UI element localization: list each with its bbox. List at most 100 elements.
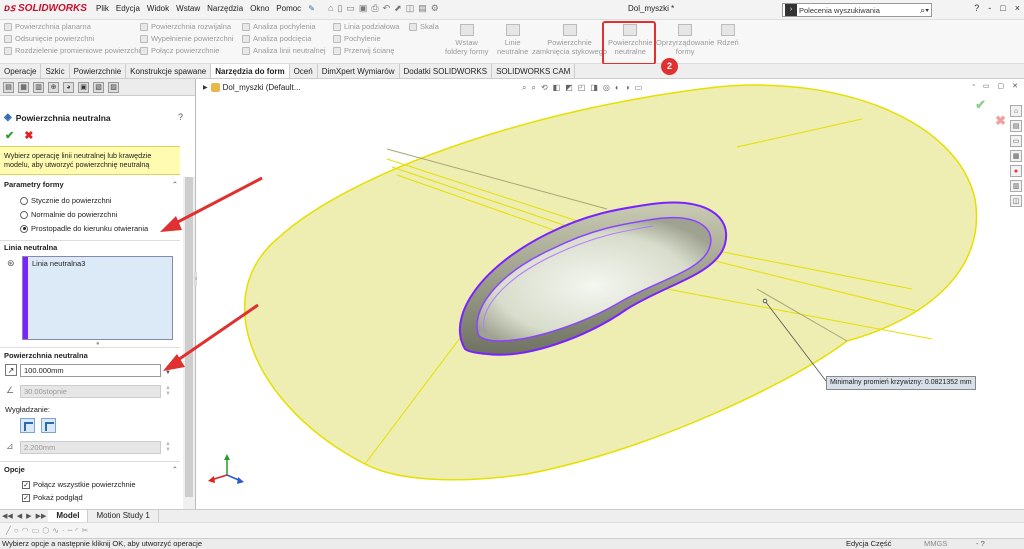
restore-button[interactable]: □ xyxy=(1000,3,1005,13)
viewport-minimize-icon[interactable]: ▭ xyxy=(983,82,990,90)
scrollbar-thumb[interactable] xyxy=(185,177,193,497)
view-orientation-icon[interactable]: ◰ xyxy=(578,83,586,93)
line-tool-icon[interactable]: ╱ xyxy=(6,526,14,535)
tab-features[interactable]: Operacje xyxy=(0,64,42,78)
options-header[interactable]: Opcje ⌃ xyxy=(0,464,180,476)
distance-spinner[interactable]: ▲ ▼ xyxy=(164,364,172,377)
select-icon[interactable]: ⬈ xyxy=(394,3,402,14)
draft-analysis-button[interactable]: Analiza pochylenia xyxy=(242,22,326,31)
radio-normal-to-surface[interactable]: Normalnie do powierzchni xyxy=(20,210,180,219)
smooth-smoothing-button[interactable] xyxy=(41,418,56,433)
previous-view-icon[interactable]: ⟲ xyxy=(541,83,548,93)
forum-icon[interactable]: ◫ xyxy=(1010,195,1022,207)
radio-dot[interactable] xyxy=(20,210,28,219)
cam-feature-tree-icon[interactable]: ▣ xyxy=(78,81,89,93)
mold-parameters-header[interactable]: Parametry formy ⌃ xyxy=(0,179,180,191)
display-style-icon[interactable]: ◨ xyxy=(590,83,598,93)
collapse-icon[interactable]: ⌃ xyxy=(172,179,178,191)
display-manager-icon[interactable]: ◕ xyxy=(63,81,74,93)
parting-line-item[interactable]: Linia neutralna3 xyxy=(32,259,85,268)
viewport-close-icon[interactable]: ✕ xyxy=(1012,82,1018,90)
section-view-icon[interactable]: ◧ xyxy=(553,83,561,93)
confirm-cancel-icon[interactable]: ✖ xyxy=(995,113,1006,129)
help-icon[interactable]: ? xyxy=(178,112,183,122)
save-icon[interactable]: ▣ xyxy=(359,3,368,14)
ok-button[interactable]: ✔ xyxy=(5,129,14,142)
offset-surface-button[interactable]: Odsunięcie powierzchni xyxy=(4,34,144,43)
appearances-icon[interactable]: ● xyxy=(1010,165,1022,177)
collapse-icon[interactable]: ⌃ xyxy=(172,464,178,476)
feature-tree-flyout[interactable]: ▶ Dol_myszki (Default... xyxy=(203,83,300,92)
filled-surface-button[interactable]: Wypełnienie powierzchni xyxy=(140,34,233,43)
parting-line-selection-box[interactable]: Linia neutralna3 xyxy=(22,256,173,340)
menu-tools[interactable]: Narzędzia xyxy=(207,4,243,13)
undercut-analysis-button[interactable]: Analiza podcięcia xyxy=(242,34,326,43)
solidworks-logo[interactable]: ᴅꜱ SOLIDWORKS xyxy=(4,3,87,14)
confirm-ok-icon[interactable]: ✔ xyxy=(975,97,986,113)
split-face-button[interactable]: Przerwij ścianę xyxy=(333,46,399,55)
cancel-button[interactable]: ✖ xyxy=(24,129,33,142)
zoom-to-fit-icon[interactable]: ⌕ xyxy=(522,83,526,93)
tab-motion-study[interactable]: Motion Study 1 xyxy=(88,510,159,522)
menu-edit[interactable]: Edycja xyxy=(116,4,140,13)
tab-model[interactable]: Model xyxy=(48,510,89,522)
checkbox-show-preview[interactable]: ✓ Pokaż podgląd xyxy=(22,493,180,502)
scale-button[interactable]: Skala xyxy=(409,22,439,31)
radio-tangent-to-surface[interactable]: Stycznie do powierzchni xyxy=(20,196,180,205)
tab-weldments[interactable]: Konstrukcje spawane xyxy=(126,64,212,78)
design-library-icon[interactable]: ▤ xyxy=(1010,120,1022,132)
parting-line-header[interactable]: Linia neutralna xyxy=(0,242,180,254)
print-icon[interactable]: ⎙ xyxy=(371,3,378,14)
rectangle-tool-icon[interactable]: ▭ xyxy=(32,526,43,535)
file-explorer-icon[interactable]: ▭ xyxy=(1010,135,1022,147)
expand-arrow-icon[interactable]: ▶ xyxy=(203,84,208,91)
tab-sketch[interactable]: Szkic xyxy=(41,64,70,78)
spline-tool-icon[interactable]: ∿ xyxy=(52,526,62,535)
knit-surface-button[interactable]: Połącz powierzchnie xyxy=(140,46,233,55)
radio-dot-selected[interactable] xyxy=(20,224,28,233)
tab-cam[interactable]: SOLIDWORKS CAM xyxy=(492,64,576,78)
polygon-tool-icon[interactable]: ⬡ xyxy=(42,526,52,535)
command-search[interactable]: › Polecenia wyszukiwania ⌕▾ xyxy=(782,3,932,17)
split-line-button[interactable]: Linia podziałowa xyxy=(333,22,399,31)
edit-appearance-icon[interactable]: ◐ xyxy=(615,83,620,93)
prev-tab-icon[interactable]: ◀ xyxy=(15,512,24,520)
search-icon[interactable]: ⌕▾ xyxy=(920,5,931,16)
tab-dimxpert[interactable]: DimXpert Wymiarów xyxy=(318,64,400,78)
menu-insert[interactable]: Wstaw xyxy=(176,4,200,13)
radiate-surface-button[interactable]: Rozdzielenie promieniowe powierzchni xyxy=(4,46,144,55)
cam-operation-tree-icon[interactable]: ▧ xyxy=(93,81,104,93)
zoom-to-area-icon[interactable]: ⌕ xyxy=(531,83,535,93)
distance-field[interactable]: 100.000mm xyxy=(20,364,161,377)
feature-manager-icon[interactable]: ▤ xyxy=(3,81,14,93)
tab-surfaces[interactable]: Powierzchnie xyxy=(70,64,127,78)
dynamic-annotation-icon[interactable]: ◩ xyxy=(565,83,573,93)
tooling-split-button[interactable]: Oprzyrządowanie formy xyxy=(656,24,714,56)
pin-icon[interactable]: ✎ xyxy=(308,4,315,13)
checkbox-knit-all-surfaces[interactable]: ✓ Połącz wszystkie powierzchnie xyxy=(22,480,180,489)
checkbox[interactable]: ✓ xyxy=(22,493,30,502)
menu-window[interactable]: Okno xyxy=(250,4,269,13)
viewport-restore-icon[interactable]: ▫ xyxy=(972,82,974,90)
tab-addins[interactable]: Dodatki SOLIDWORKS xyxy=(400,64,493,78)
core-button[interactable]: Rdzeń xyxy=(717,24,739,47)
custom-properties-icon[interactable]: ▥ xyxy=(1010,180,1022,192)
next-tab-icon[interactable]: ▶ xyxy=(24,512,33,520)
open-icon[interactable]: ▭ xyxy=(346,3,355,14)
apply-scene-icon[interactable]: ◑ xyxy=(625,83,630,93)
close-button[interactable]: × xyxy=(1015,3,1020,13)
first-tab-icon[interactable]: ◀◀ xyxy=(0,512,15,520)
view-palette-icon[interactable]: ▦ xyxy=(1010,150,1022,162)
rebuild-icon[interactable]: ◫ xyxy=(406,3,415,14)
checkbox[interactable]: ✓ xyxy=(22,480,30,489)
viewport-maximize-icon[interactable]: ▢ xyxy=(998,82,1005,90)
arc-tool-icon[interactable]: ◠ xyxy=(22,526,32,535)
insert-mold-folders-button[interactable]: Wstaw foldery formy xyxy=(445,24,488,56)
new-document-icon[interactable]: ▯ xyxy=(337,3,342,14)
solidworks-resources-icon[interactable]: ⌂ xyxy=(1010,105,1022,117)
circle-tool-icon[interactable]: ○ xyxy=(14,526,22,535)
undo-icon[interactable]: ↶ xyxy=(383,3,391,14)
trim-tool-icon[interactable]: ✂ xyxy=(82,526,92,535)
configuration-manager-icon[interactable]: ▥ xyxy=(33,81,44,93)
parting-line-analysis-button[interactable]: Analiza linii neutralnej xyxy=(242,46,326,55)
